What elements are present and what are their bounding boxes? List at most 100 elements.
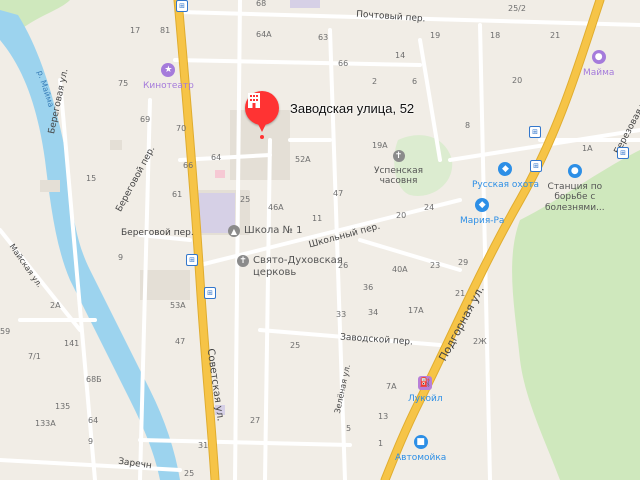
shopping-bag-icon: ◆ bbox=[475, 198, 490, 212]
house-number: 9 bbox=[118, 253, 124, 262]
house-number: 19 bbox=[430, 31, 441, 40]
bus-stop-icon[interactable]: ⊞ bbox=[176, 0, 188, 12]
poi-label: Свято-Духовская церковь bbox=[253, 255, 343, 278]
street-label-beregovoy-per-2: Береговой пер. bbox=[121, 228, 194, 238]
house-number: 2Ж bbox=[473, 337, 487, 346]
paw-icon: ● bbox=[567, 164, 582, 178]
poi-label: Майма bbox=[583, 68, 615, 78]
house-number: 81 bbox=[160, 26, 171, 35]
house-number: 7/1 bbox=[28, 352, 41, 361]
bus-stop-icon[interactable]: ⊞ bbox=[204, 287, 216, 299]
fuel-icon: ⛽ bbox=[418, 376, 433, 390]
house-number: 75 bbox=[118, 79, 129, 88]
poi-russkaya-okhota[interactable]: ◆ Русская охота bbox=[472, 162, 539, 190]
location-point bbox=[260, 135, 264, 139]
house-number: 15 bbox=[86, 174, 97, 183]
house-number: 68Б bbox=[86, 375, 102, 384]
house-number: 36 bbox=[363, 283, 374, 292]
house-number: 2 bbox=[372, 77, 378, 86]
poi-chasovnya[interactable]: ✝ Успенская часовня bbox=[374, 150, 423, 187]
house-number: 27 bbox=[250, 416, 261, 425]
house-number: 20 bbox=[396, 211, 407, 220]
house-number: 66 bbox=[183, 161, 194, 170]
house-number: 59 bbox=[0, 327, 11, 336]
house-number: 61 bbox=[172, 190, 183, 199]
house-number: 47 bbox=[333, 189, 344, 198]
house-number: 25 bbox=[240, 195, 251, 204]
address-label: Заводская улица, 52 bbox=[290, 101, 415, 116]
poi-church[interactable]: ✝ Свято-Духовская церковь bbox=[237, 255, 343, 278]
house-number: 33 bbox=[336, 310, 347, 319]
house-number: 135 bbox=[55, 402, 71, 411]
poi-avtomoyka[interactable]: ■ Автомойка bbox=[395, 435, 446, 463]
house-number: 31 bbox=[198, 441, 209, 450]
house-number: 17 bbox=[130, 26, 141, 35]
house-number: 66 bbox=[338, 59, 349, 68]
building-icon bbox=[248, 93, 260, 108]
theater-icon: ★ bbox=[161, 63, 176, 77]
bus-stop-icon[interactable]: ⊞ bbox=[617, 147, 629, 159]
house-number: 7А bbox=[386, 382, 397, 391]
poi-school[interactable]: ▲ Школа № 1 bbox=[228, 225, 303, 237]
car-wash-icon: ■ bbox=[413, 435, 428, 449]
house-number: 1 bbox=[378, 439, 384, 448]
house-number: 69 bbox=[140, 115, 151, 124]
poi-label: Автомойка bbox=[395, 453, 447, 463]
poi-label: Успенская часовня bbox=[374, 166, 424, 187]
poi-label: Мария-Ра bbox=[460, 216, 505, 226]
house-number: 68 bbox=[256, 0, 267, 8]
house-number: 53А bbox=[170, 301, 186, 310]
house-number: 19А bbox=[372, 141, 388, 150]
house-number: 20 bbox=[512, 76, 523, 85]
house-number: 34 bbox=[368, 308, 379, 317]
bus-stop-icon[interactable]: ⊞ bbox=[186, 254, 198, 266]
poi-lukoil[interactable]: ⛽ Лукойл bbox=[408, 376, 443, 404]
poi-label: Школа № 1 bbox=[244, 225, 303, 236]
bus-stop-icon[interactable]: ⊞ bbox=[529, 126, 541, 138]
house-number: 25/2 bbox=[508, 4, 526, 13]
location-pin[interactable] bbox=[245, 91, 279, 132]
house-number: 11 bbox=[312, 214, 323, 223]
house-number: 64 bbox=[88, 416, 99, 425]
house-number: 25 bbox=[290, 341, 301, 350]
house-number: 9 bbox=[88, 437, 94, 446]
poi-maima[interactable]: ● Майма bbox=[583, 50, 614, 78]
poi-mariya-ra[interactable]: ◆ Мария-Ра bbox=[460, 198, 504, 226]
house-number: 6 bbox=[412, 77, 418, 86]
school-icon: ▲ bbox=[228, 225, 240, 237]
poi-label: Кинотеатр bbox=[143, 81, 194, 91]
house-number: 47 bbox=[175, 337, 186, 346]
poi-label: Станция по борьбе с болезнями... bbox=[545, 182, 605, 213]
house-number: 46А bbox=[268, 203, 284, 212]
house-number: 18 bbox=[490, 31, 501, 40]
house-number: 21 bbox=[550, 31, 561, 40]
poi-stantsiya[interactable]: ● Станция по борьбе с болезнями... bbox=[545, 164, 605, 213]
house-number: 70 bbox=[176, 124, 187, 133]
house-number: 141 bbox=[64, 339, 80, 348]
poi-kinoteatr[interactable]: ★ Кинотеатр bbox=[143, 63, 194, 91]
house-number: 63 bbox=[318, 33, 329, 42]
church-cross-icon: ✝ bbox=[392, 150, 405, 162]
house-number: 17А bbox=[408, 306, 424, 315]
house-number: 2А bbox=[50, 301, 61, 310]
poi-label: Русская охота bbox=[472, 180, 539, 190]
house-number: 133А bbox=[35, 419, 56, 428]
shopping-bag-icon: ◆ bbox=[498, 162, 513, 176]
paw-icon: ● bbox=[591, 50, 606, 64]
house-number: 64А bbox=[256, 30, 272, 39]
house-number: 52А bbox=[295, 155, 311, 164]
house-number: 14 bbox=[395, 51, 406, 60]
map-canvas[interactable]: Почтовый пер. Береговая ул. Береговой пе… bbox=[0, 0, 640, 480]
house-number: 64 bbox=[211, 153, 222, 162]
poi-label: Лукойл bbox=[408, 394, 443, 404]
house-number: 21 bbox=[455, 289, 466, 298]
house-number: 5 bbox=[346, 424, 352, 433]
church-cross-icon: ✝ bbox=[237, 255, 249, 267]
house-number: 13 bbox=[378, 412, 389, 421]
house-number: 25 bbox=[184, 469, 195, 478]
house-number: 40А bbox=[392, 265, 408, 274]
house-number: 8 bbox=[465, 121, 471, 130]
house-number: 1А bbox=[582, 144, 593, 153]
house-number: 24 bbox=[424, 203, 435, 212]
house-number: 29 bbox=[458, 258, 469, 267]
